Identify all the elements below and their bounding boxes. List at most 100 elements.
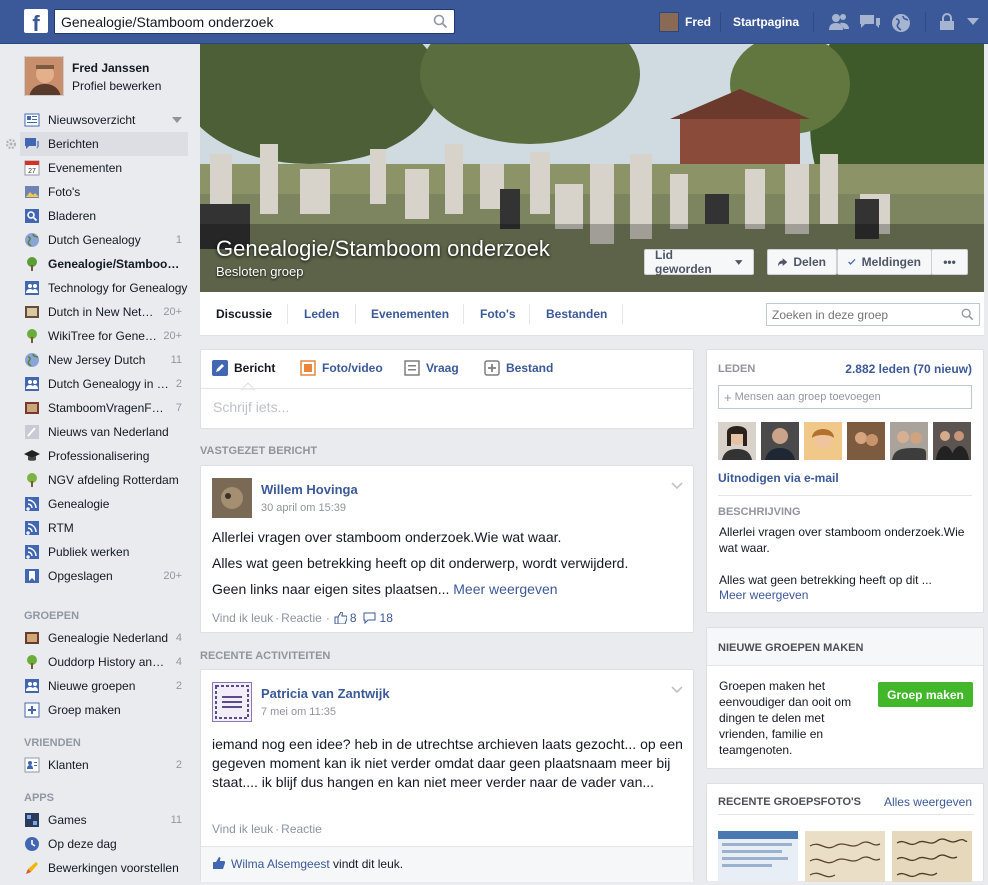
sidebar-item-ngv-rotterdam[interactable]: NGV afdeling Rotterdam [20, 468, 188, 492]
edit-profile-link[interactable]: Profiel bewerken [72, 79, 161, 93]
tab-members[interactable]: Leden [304, 307, 339, 321]
create-group-button[interactable]: Groep maken [878, 682, 973, 707]
comment-link[interactable]: Reactie [281, 822, 322, 836]
sidebar-item-label: RTM [48, 521, 74, 535]
profile-avatar[interactable] [24, 56, 64, 96]
member-avatar[interactable] [933, 422, 971, 460]
group-search-input[interactable] [767, 304, 957, 325]
sidebar-item-stamboomvragenforum[interactable]: StamboomVragenForum 7 [20, 396, 188, 420]
privacy-lock-icon[interactable] [938, 13, 956, 31]
post-timestamp[interactable]: 7 mei om 11:35 [261, 706, 336, 718]
group-title[interactable]: Genealogie/Stamboom onderzoek [216, 236, 550, 262]
tab-discussion[interactable]: Discussie [216, 307, 272, 321]
post-author[interactable]: Patricia van Zantwijk [261, 686, 390, 701]
joined-button[interactable]: Lid geworden [644, 248, 754, 276]
sidebar-item-create-group[interactable]: Groep maken [20, 698, 188, 722]
composer-input[interactable]: Schrijf iets... [213, 399, 289, 415]
divider [622, 304, 623, 324]
facebook-logo[interactable]: f [24, 9, 48, 33]
sidebar-item-klanten[interactable]: Klanten 2 [20, 753, 188, 777]
sidebar-item-technology-for-genealogy[interactable]: Technology for Genealogy [20, 276, 188, 300]
see-more-link[interactable]: Meer weergeven [719, 588, 808, 602]
search-input[interactable] [55, 10, 425, 33]
share-button[interactable]: Delen [767, 249, 837, 275]
sidebar-item-ouddorp-history[interactable]: Ouddorp History and more 4 [20, 650, 188, 674]
sidebar-item-saved[interactable]: Opgeslagen 20+ [20, 564, 188, 588]
friend-requests-icon[interactable] [828, 13, 850, 31]
notifications-button[interactable]: Meldingen [837, 249, 932, 275]
sidebar-item-count: 2 [175, 680, 182, 692]
avatar[interactable] [212, 478, 252, 518]
search-icon[interactable] [433, 14, 448, 29]
chevron-down-icon[interactable] [172, 117, 182, 123]
group-photo-thumb[interactable] [718, 831, 798, 882]
sidebar-item-genealogie-nederland[interactable]: Genealogie Nederland 4 [20, 626, 188, 650]
search-icon[interactable] [961, 308, 974, 321]
gear-icon[interactable] [5, 138, 17, 150]
like-link[interactable]: Vind ik leuk [212, 611, 273, 625]
comment-count[interactable]: 18 [380, 611, 393, 625]
search-box[interactable] [54, 9, 455, 34]
sidebar-item-dutch-genealogy-english[interactable]: Dutch Genealogy in English 2 [20, 372, 188, 396]
like-count[interactable]: 8 [350, 611, 357, 625]
sidebar-item-label: Op deze dag [48, 837, 117, 851]
group-photo-thumb[interactable] [805, 831, 885, 882]
composer-tab-file[interactable]: Bestand [484, 360, 553, 376]
tab-events[interactable]: Evenementen [371, 307, 449, 321]
sidebar-item-photos[interactable]: Foto's [20, 180, 188, 204]
members-count-link[interactable]: 2.882 leden (70 nieuw) [845, 362, 972, 376]
member-avatar[interactable] [718, 422, 756, 460]
chevron-down-icon[interactable] [671, 482, 683, 490]
sidebar-item-wikitree[interactable]: WikiTree for Genealogy 20+ [20, 324, 188, 348]
sidebar-item-genealogie[interactable]: Genealogie [20, 492, 188, 516]
group-photo-thumb[interactable] [892, 831, 972, 882]
top-user-link[interactable]: Fred [659, 12, 711, 32]
comment-link[interactable]: Reactie [281, 611, 322, 625]
notifications-globe-icon[interactable] [891, 13, 911, 33]
sidebar-item-events[interactable]: 27 Evenementen [20, 156, 188, 180]
sidebar-item-messages[interactable]: Berichten [20, 132, 188, 156]
composer-tab-photo-video[interactable]: Foto/video [300, 360, 383, 376]
sidebar-item-dutch-genealogy[interactable]: Dutch Genealogy 1 [20, 228, 188, 252]
avatar[interactable] [212, 682, 252, 722]
sidebar-item-new-jersey-dutch[interactable]: New Jersey Dutch 11 [20, 348, 188, 372]
sidebar-item-browse[interactable]: Bladeren [20, 204, 188, 228]
sidebar-item-label: Professionalisering [48, 449, 150, 463]
add-members-field[interactable]: + Mensen aan groep toevoegen [718, 385, 972, 409]
bookmark-icon [24, 568, 40, 584]
post-timestamp[interactable]: 30 april om 15:39 [261, 502, 346, 514]
liker-name[interactable]: Wilma Alsemgeest [231, 857, 330, 871]
sidebar-item-dutch-in-new-netherland[interactable]: Dutch in New Netherland 20+ [20, 300, 188, 324]
see-all-photos-link[interactable]: Alles weergeven [884, 795, 972, 809]
sidebar-item-games[interactable]: Games 11 [20, 808, 188, 832]
post-author[interactable]: Willem Hovinga [261, 482, 358, 497]
member-avatar[interactable] [804, 422, 842, 460]
group-search-box[interactable] [766, 303, 980, 326]
sidebar-item-newsfeed[interactable]: Nieuwsoverzicht [20, 108, 188, 132]
composer-tab-question[interactable]: Vraag [404, 360, 459, 376]
member-avatar[interactable] [890, 422, 928, 460]
sidebar-item-rtm[interactable]: RTM [20, 516, 188, 540]
chevron-down-icon[interactable] [671, 686, 683, 694]
see-more-link[interactable]: Meer weergeven [453, 581, 557, 597]
member-avatar[interactable] [847, 422, 885, 460]
tab-files[interactable]: Bestanden [546, 307, 607, 321]
sidebar-item-professionalisering[interactable]: Professionalisering [20, 444, 188, 468]
sidebar-item-publiek-werken[interactable]: Publiek werken [20, 540, 188, 564]
create-group-title: NIEUWE GROEPEN MAKEN [718, 642, 864, 654]
tab-photos[interactable]: Foto's [480, 307, 516, 321]
composer-tab-post[interactable]: Bericht [212, 360, 275, 376]
account-menu-chevron-icon[interactable] [967, 18, 979, 26]
sidebar-item-current-group[interactable]: Genealogie/Stamboom onderzoek [20, 252, 188, 276]
invite-email-link[interactable]: Uitnodigen via e-mail [718, 471, 839, 485]
sidebar-item-new-groups[interactable]: Nieuwe groepen 2 [20, 674, 188, 698]
sidebar-item-nieuws-van-nederland[interactable]: Nieuws van Nederland [20, 420, 188, 444]
sidebar-item-suggest-edits[interactable]: Bewerkingen voorstellen [20, 856, 188, 880]
profile-name[interactable]: Fred Janssen [72, 61, 161, 75]
home-link[interactable]: Startpagina [733, 15, 799, 29]
more-options-button[interactable]: ••• [931, 249, 968, 275]
messages-icon[interactable] [859, 13, 881, 31]
member-avatar[interactable] [761, 422, 799, 460]
sidebar-item-on-this-day[interactable]: Op deze dag [20, 832, 188, 856]
like-link[interactable]: Vind ik leuk [212, 822, 273, 836]
